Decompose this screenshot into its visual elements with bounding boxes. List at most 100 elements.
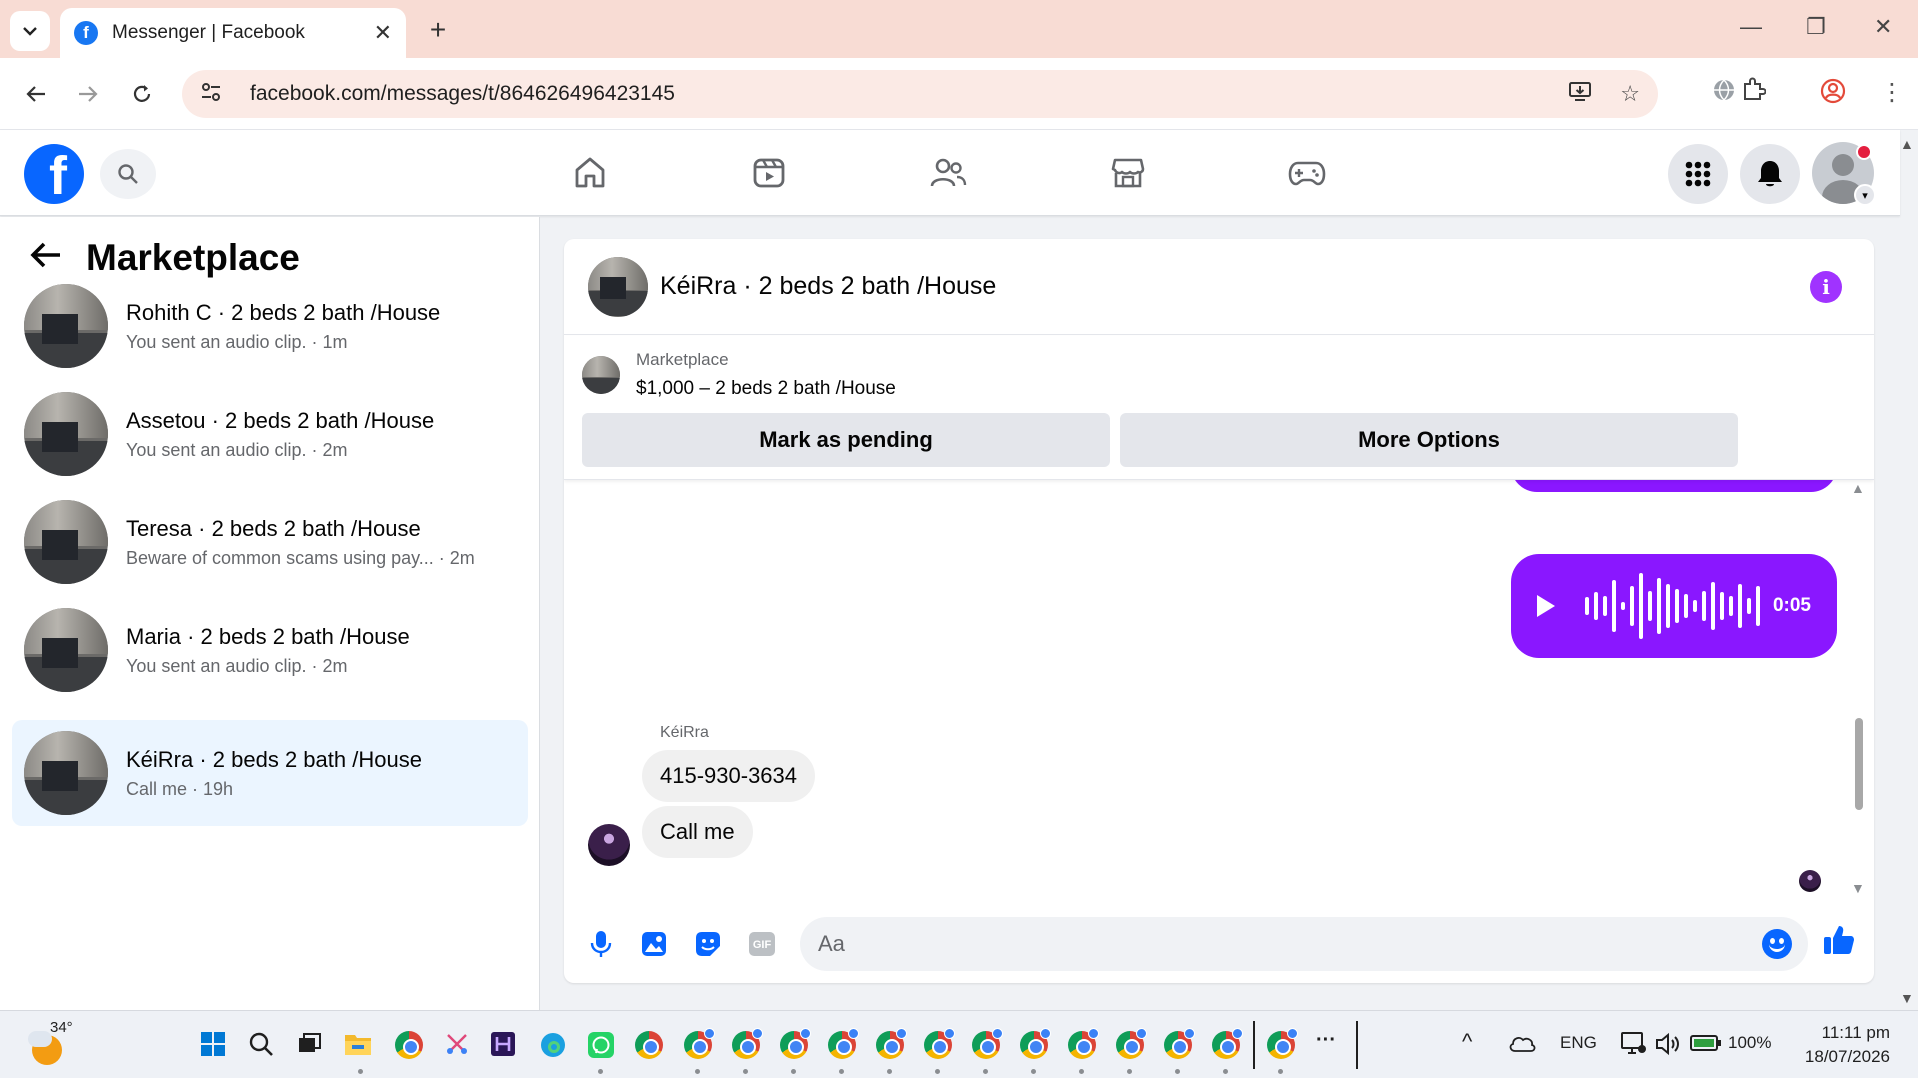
close-window-icon[interactable]: ✕: [1874, 14, 1892, 40]
more-options-button[interactable]: More Options: [1120, 413, 1738, 467]
chrome-profile-icon[interactable]: [684, 1028, 715, 1059]
sticker-icon[interactable]: [691, 927, 725, 961]
chat-listing-thumbnail[interactable]: [588, 256, 648, 317]
page-scroll-up-icon[interactable]: ▲: [1900, 136, 1914, 152]
chat-title[interactable]: KéiRra · 2 beds 2 bath /House: [660, 272, 996, 301]
chrome-profile-icon[interactable]: [732, 1028, 763, 1059]
message-bubble[interactable]: 415-930-3634: [642, 750, 816, 802]
thumbs-up-icon[interactable]: [1822, 923, 1856, 957]
audio-message-bubble[interactable]: 0:05: [1511, 554, 1837, 658]
grid-menu-icon: [1685, 161, 1711, 187]
start-windows-icon[interactable]: [200, 1031, 228, 1059]
tray-chevron-up-icon[interactable]: ^: [1462, 1029, 1472, 1055]
play-icon[interactable]: [1537, 595, 1555, 617]
message-input[interactable]: Aa: [800, 917, 1808, 971]
conversation-name: KéiRra · 2 beds 2 bath /House: [126, 746, 422, 772]
conversation-item[interactable]: Teresa · 2 beds 2 bath /House Beware of …: [12, 489, 528, 595]
network-icon[interactable]: [1620, 1031, 1648, 1059]
whatsapp-icon[interactable]: [587, 1031, 615, 1059]
nav-gaming-icon[interactable]: [1277, 150, 1337, 196]
conversation-item-active[interactable]: KéiRra · 2 beds 2 bath /House Call me · …: [12, 720, 528, 826]
taskbar-search-icon[interactable]: [248, 1031, 276, 1059]
info-icon[interactable]: i: [1810, 271, 1842, 303]
chrome-icon[interactable]: [635, 1031, 663, 1059]
system-clock[interactable]: 11:11 pm 18/07/2026: [1790, 1021, 1890, 1069]
forward-arrow-icon[interactable]: [70, 76, 106, 112]
task-view-icon[interactable]: [296, 1031, 324, 1059]
tab-search-button[interactable]: [10, 11, 50, 51]
battery-icon[interactable]: [1690, 1033, 1721, 1061]
file-explorer-icon[interactable]: [344, 1031, 372, 1059]
back-arrow-icon[interactable]: [18, 76, 54, 112]
browser-menu-icon[interactable]: ⋮: [1880, 78, 1904, 107]
edge-icon[interactable]: [539, 1031, 567, 1059]
new-tab-button[interactable]: +: [420, 12, 456, 48]
site-settings-icon[interactable]: [200, 81, 230, 108]
scroll-up-icon[interactable]: ▲: [1851, 480, 1865, 496]
account-chevron-icon[interactable]: ▾: [1854, 184, 1876, 206]
chrome-profile-icon[interactable]: [1116, 1028, 1147, 1059]
reload-icon[interactable]: [124, 76, 160, 112]
nav-friends-icon[interactable]: [918, 150, 978, 196]
snipping-tool-icon[interactable]: [444, 1031, 472, 1059]
search-button[interactable]: [100, 149, 156, 199]
profile-icon[interactable]: [1820, 78, 1846, 111]
scroll-down-icon[interactable]: ▼: [1851, 880, 1865, 896]
chrome-profile-icon[interactable]: [924, 1028, 955, 1059]
chrome-profile-icon[interactable]: [1267, 1028, 1298, 1059]
nav-home-icon[interactable]: [560, 150, 620, 196]
chrome-profile-icon[interactable]: [1020, 1028, 1051, 1059]
menu-grid-button[interactable]: [1668, 144, 1728, 204]
message-bubble[interactable]: Call me: [642, 806, 753, 858]
nav-video-icon[interactable]: [739, 150, 799, 196]
browser-tab-active[interactable]: f Messenger | Facebook ✕: [60, 8, 406, 58]
chrome-profile-icon[interactable]: [972, 1028, 1003, 1059]
message-scrollbar[interactable]: [1855, 718, 1863, 810]
photo-icon[interactable]: [637, 927, 671, 961]
chrome-profile-icon[interactable]: [780, 1028, 811, 1059]
install-app-icon[interactable]: [1568, 80, 1592, 108]
emoji-icon[interactable]: [1762, 929, 1792, 959]
marketplace-sidebar: Marketplace Rohith C · 2 beds 2 bath /Ho…: [0, 217, 540, 1010]
conversation-preview: You sent an audio clip. · 2m: [126, 439, 348, 460]
chrome-profile-icon[interactable]: [828, 1028, 859, 1059]
listing-thumbnail: [24, 500, 108, 584]
gif-icon[interactable]: GIF: [745, 927, 779, 961]
chrome-profile-icon[interactable]: [876, 1028, 907, 1059]
more-apps-icon[interactable]: ···: [1316, 1029, 1336, 1052]
bookmark-star-icon[interactable]: ☆: [1620, 81, 1640, 107]
conversation-item[interactable]: Rohith C · 2 beds 2 bath /House You sent…: [12, 273, 528, 379]
message-input-placeholder: Aa: [818, 931, 845, 956]
page-scroll-down-icon[interactable]: ▼: [1900, 990, 1914, 1006]
conversation-preview: Beware of common scams using pay... · 2m: [126, 547, 475, 568]
microphone-icon[interactable]: [584, 927, 618, 961]
conversation-item[interactable]: Maria · 2 beds 2 bath /House You sent an…: [12, 597, 528, 703]
translate-globe-icon[interactable]: [1712, 78, 1736, 109]
url-text[interactable]: facebook.com/messages/t/864626496423145: [250, 82, 1540, 106]
tab-close-icon[interactable]: ✕: [374, 20, 392, 46]
audio-duration: 0:05: [1772, 595, 1811, 616]
conversation-preview: You sent an audio clip. · 1m: [126, 331, 348, 352]
chrome-profile-icon[interactable]: [1212, 1028, 1243, 1059]
minimize-window-icon[interactable]: —: [1740, 14, 1762, 40]
mark-as-pending-button[interactable]: Mark as pending: [582, 413, 1110, 467]
chrome-icon[interactable]: [395, 1031, 423, 1059]
listing-small-thumbnail[interactable]: [582, 356, 620, 394]
sender-avatar[interactable]: [588, 824, 630, 866]
back-arrow-icon[interactable]: [30, 239, 62, 278]
facebook-logo-icon[interactable]: f: [24, 144, 84, 204]
address-bar[interactable]: facebook.com/messages/t/864626496423145 …: [182, 70, 1658, 118]
nav-marketplace-icon[interactable]: [1098, 150, 1158, 196]
onedrive-cloud-icon[interactable]: [1508, 1033, 1536, 1061]
chrome-profile-icon[interactable]: [1164, 1028, 1195, 1059]
volume-icon[interactable]: [1654, 1031, 1682, 1059]
conversation-item[interactable]: Assetou · 2 beds 2 bath /House You sent …: [12, 381, 528, 487]
chevron-down-icon: [23, 27, 37, 36]
chrome-profile-icon[interactable]: [1068, 1028, 1099, 1059]
language-indicator[interactable]: ENG: [1560, 1033, 1597, 1053]
app-purple-icon[interactable]: [490, 1031, 518, 1059]
restore-window-icon[interactable]: ❐: [1806, 14, 1826, 40]
extensions-puzzle-icon[interactable]: [1740, 76, 1767, 109]
listing-price-title[interactable]: $1,000 – 2 beds 2 bath /House: [636, 378, 896, 400]
notifications-button[interactable]: [1740, 144, 1800, 204]
